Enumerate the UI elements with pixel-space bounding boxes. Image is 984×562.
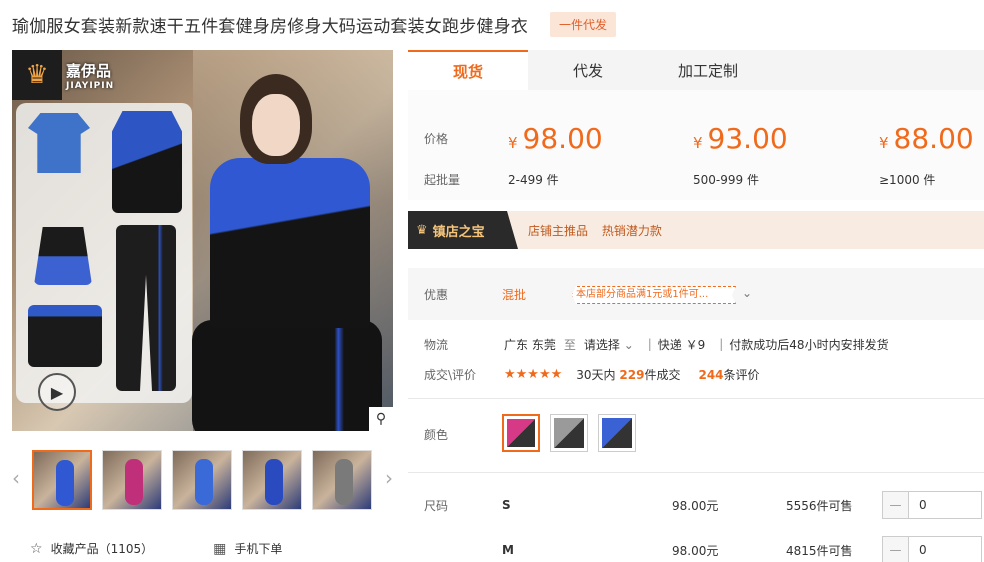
tab-in-stock[interactable]: 现货: [408, 50, 528, 90]
jacket-piece: [112, 111, 182, 213]
thumbnail-5[interactable]: [312, 450, 372, 510]
minus-icon[interactable]: —: [883, 537, 909, 562]
model-figure: [192, 70, 392, 431]
tier-1-price: ¥98.00: [508, 122, 603, 155]
logistics-section: 物流 广东 东莞 至 请选择 ⌄ | 快递 ￥9 | 付款成功后48小时内安排发…: [408, 330, 984, 390]
thumbnail-3[interactable]: [172, 450, 232, 510]
crown-icon: ♛: [416, 222, 428, 238]
thumbnail-1[interactable]: [32, 450, 92, 510]
color-option-pink[interactable]: [502, 414, 540, 452]
magnifier-icon[interactable]: ⚲: [369, 407, 393, 431]
color-option-grey[interactable]: [550, 414, 588, 452]
minus-icon[interactable]: —: [883, 492, 909, 518]
model-face: [252, 94, 300, 156]
size-name: S: [502, 498, 511, 512]
treasure-text: 店铺主推品 热销潜力款: [528, 222, 672, 239]
to-label: 至: [563, 337, 576, 352]
rating-stars-icon: ★★★★★: [504, 366, 563, 382]
origin-location: 广东 东莞: [504, 337, 556, 352]
promo-label: 优惠: [424, 287, 449, 302]
purchase-tabs: 现货 代发 加工定制: [408, 50, 984, 90]
tier-1-qty: 2-499 件: [508, 173, 559, 187]
logistics-label: 物流: [424, 337, 449, 352]
moq-label: 起批量: [424, 173, 461, 187]
thumbnail-next-icon[interactable]: ›: [385, 466, 393, 490]
qr-code-icon: ▦: [213, 540, 227, 557]
quantity-input[interactable]: 0: [909, 543, 927, 557]
coupon-tag[interactable]: 本店部分商品满1元或1件可...: [572, 286, 736, 304]
sports-bra-piece: [34, 227, 92, 285]
thumbnail-strip: ‹ ›: [12, 450, 393, 512]
dropship-badge[interactable]: 一件代发: [550, 11, 617, 37]
tier-3-qty: ≥1000 件: [879, 173, 936, 187]
thumbnail-prev-icon[interactable]: ‹: [12, 466, 20, 490]
chevron-down-icon: ⌄: [623, 337, 634, 352]
model-legs: [192, 320, 382, 431]
logo-text: 嘉伊品 JIAYIPIN: [66, 60, 114, 91]
favorite-button[interactable]: ☆ 收藏产品（1105）: [30, 540, 153, 557]
size-price: 98.00元: [672, 498, 719, 513]
price-label: 价格: [424, 132, 449, 146]
tshirt-piece: [28, 113, 90, 173]
chevron-down-icon[interactable]: ⌄: [742, 286, 752, 300]
tab-dropship[interactable]: 代发: [528, 50, 648, 90]
quantity-input[interactable]: 0: [909, 498, 927, 512]
review-summary[interactable]: 244条评价: [698, 366, 759, 383]
size-row-s: 尺码 S 98.00元 5556件可售 — 0: [408, 490, 984, 520]
price-panel: 价格 起批量 ¥98.00 2-499 件 ¥93.00 500-999 件 ¥…: [408, 90, 984, 200]
logo-cn: 嘉伊品: [66, 61, 112, 80]
size-name: M: [502, 543, 514, 557]
size-label: 尺码: [424, 498, 449, 513]
quantity-stepper[interactable]: — 0: [882, 491, 982, 519]
dispatch-info: 付款成功后48小时内安排发货: [729, 337, 889, 352]
color-option-blue[interactable]: [598, 414, 636, 452]
shorts-piece: [28, 305, 102, 367]
separator: |: [719, 337, 724, 351]
product-title: 瑜伽服女套装新款速干五件套健身房修身大码运动套装女跑步健身衣: [12, 16, 528, 37]
brand-logo: ♛ 嘉伊品 JIAYIPIN: [12, 50, 124, 100]
deals-summary[interactable]: 30天内 229件成交: [576, 366, 680, 383]
size-price: 98.00元: [672, 543, 719, 558]
destination-select[interactable]: 请选择 ⌄: [584, 336, 634, 353]
store-treasure-banner: ♛ 镇店之宝 店铺主推品 热销潜力款: [408, 211, 984, 249]
crown-icon: ♛: [12, 50, 62, 100]
separator: |: [647, 337, 652, 351]
color-label: 颜色: [424, 428, 449, 442]
size-row-m: M 98.00元 4815件可售 — 0: [408, 535, 984, 562]
reviews-label: 成交\评价: [424, 367, 477, 382]
tier-2-price: ¥93.00: [693, 122, 788, 155]
treasure-tag-label: 镇店之宝: [432, 224, 485, 240]
favorite-label: 收藏产品（1105）: [50, 542, 154, 556]
tab-custom[interactable]: 加工定制: [648, 50, 768, 90]
size-stock: 5556件可售: [786, 498, 853, 513]
model-torso: [210, 158, 370, 328]
treasure-tag: ♛ 镇店之宝: [408, 211, 518, 249]
tier-3-price: ¥88.00: [879, 122, 974, 155]
star-outline-icon: ☆: [30, 540, 43, 557]
mobile-order-label: 手机下单: [234, 542, 283, 556]
title-row: 瑜伽服女套装新款速干五件套健身房修身大码运动套装女跑步健身衣 一件代发: [12, 10, 617, 38]
color-selector: 颜色: [408, 410, 984, 460]
thumbnail-2[interactable]: [102, 450, 162, 510]
mixed-batch-link[interactable]: 混批: [502, 286, 526, 303]
thumbnail-4[interactable]: [242, 450, 302, 510]
main-product-image[interactable]: ♛ 嘉伊品 JIAYIPIN ▶ ⚲: [12, 50, 393, 431]
promotion-row: 优惠 混批 本店部分商品满1元或1件可... ⌄: [408, 268, 984, 320]
logo-en: JIAYIPIN: [66, 80, 115, 91]
divider: [408, 398, 984, 399]
play-icon[interactable]: ▶: [38, 373, 76, 411]
divider: [408, 472, 984, 473]
treasure-text-1: 店铺主推品: [528, 223, 589, 238]
quantity-stepper[interactable]: — 0: [882, 536, 982, 562]
size-stock: 4815件可售: [786, 543, 853, 558]
outfit-pieces-panel: ▶: [16, 103, 192, 411]
treasure-text-2: 热销潜力款: [601, 223, 662, 238]
mobile-order-button[interactable]: ▦ 手机下单: [213, 540, 282, 557]
leggings-piece: [116, 225, 176, 391]
tier-2-qty: 500-999 件: [693, 173, 759, 187]
product-actions: ☆ 收藏产品（1105） ▦ 手机下单: [30, 540, 342, 557]
shipping-fee: 快递 ￥9: [657, 337, 706, 352]
logistics-row: 物流 广东 东莞 至 请选择 ⌄ | 快递 ￥9 | 付款成功后48小时内安排发…: [408, 332, 984, 356]
reviews-row: 成交\评价 ★★★★★ 30天内 229件成交 244条评价: [408, 362, 984, 386]
